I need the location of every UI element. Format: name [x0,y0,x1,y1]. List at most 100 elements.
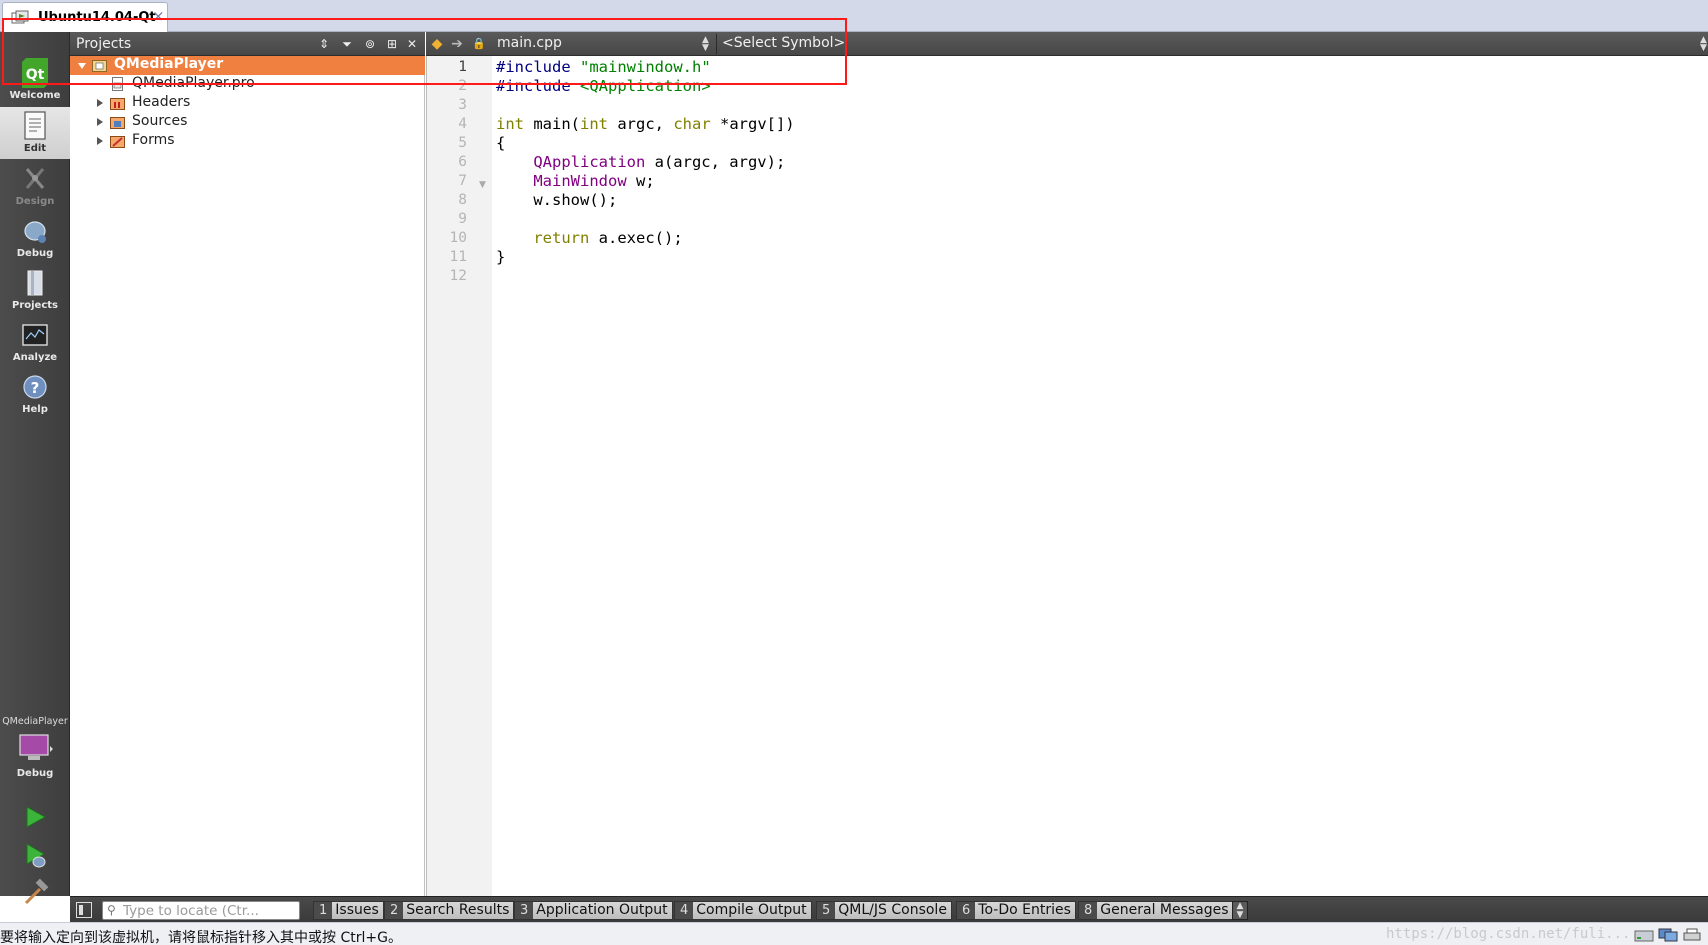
symbol-combo[interactable]: <Select Symbol> [722,35,892,53]
expand-arrow-icon[interactable] [78,63,86,69]
line-number: 2 [458,78,467,94]
vmware-window: Ubuntu14.04-Qt × Qt Welcome Edit Design … [0,0,1708,945]
watermark-text: https://blog.csdn.net/fuli... [1386,926,1631,942]
project-folder-icon [92,60,107,72]
qt-logo-icon: Qt [22,58,48,88]
mode-projects[interactable]: Projects [0,264,70,316]
code-line[interactable]: return a.exec(); [496,229,682,248]
tree-item-label: Sources [132,113,188,129]
projects-view-selector[interactable]: Projects [76,36,131,52]
vm-status-bar: 要将输入定向到该虚拟机，请将鼠标指针移入其中或按 Ctrl+G。 https:/… [0,922,1708,945]
pane-button-search-results[interactable]: 2 Search Results [384,901,515,920]
code-line[interactable]: #include "mainwindow.h" [496,58,711,77]
debug-run-button[interactable] [20,840,50,870]
pane-number: 1 [314,902,333,919]
tree-item-pro-file[interactable]: QMediaPlayer.pro [70,75,425,94]
combo-arrows-icon[interactable]: ⇕ [315,35,333,53]
code-line[interactable]: int main(int argc, char *argv[]) [496,115,795,134]
pane-number: 5 [817,902,836,919]
line-number: 6 [458,154,467,170]
tree-item-sources[interactable]: Sources [70,113,425,132]
code-token: QApplication [533,153,646,171]
line-number: 7 [458,173,467,189]
pane-number: 4 [675,902,694,919]
toolbar-separator [716,34,717,54]
line-number-gutter: 1 2 3 4 5 6 7 8 9 10 11 12 ▼ [426,56,492,896]
more-panes-arrows-icon[interactable]: ▲ ▼ [1232,901,1248,920]
tree-item-headers[interactable]: Headers [70,94,425,113]
sources-folder-icon [110,117,125,129]
debug-play-icon [26,843,46,868]
pane-number: 8 [1079,902,1098,919]
code-line[interactable]: MainWindow w; [496,172,654,191]
mode-design[interactable]: Design [0,160,70,212]
line-number: 4 [458,116,467,132]
tree-item-project[interactable]: QMediaPlayer [70,56,425,75]
mode-welcome[interactable]: Qt Welcome [0,54,70,106]
vm-tab[interactable]: Ubuntu14.04-Qt × [2,2,168,32]
line-number: 11 [449,249,467,265]
pane-button-general-messages[interactable]: 8 General Messages [1078,901,1234,920]
mode-edit[interactable]: Edit [0,107,70,159]
mode-label: Debug [16,248,54,259]
line-number: 9 [458,211,467,227]
kit-project-name: QMediaPlayer [2,716,68,727]
code-line[interactable]: { [496,134,505,153]
editor-toolbar: ◆ ➔ 🔒 main.cpp ▲ ▼ <Select Symbol> ▲ ▼ [426,32,1708,56]
filter-icon[interactable]: ⏷ [338,35,356,53]
mode-debug[interactable]: Debug [0,212,70,264]
mode-help[interactable]: ? Help [0,368,70,420]
tree-item-label: QMediaPlayer.pro [132,75,255,91]
mode-label: Welcome [9,90,61,101]
line-number: 1 [458,59,467,75]
code-editor[interactable]: #include "mainwindow.h" #include <QApplic… [492,56,1708,896]
mode-analyze[interactable]: Analyze [0,316,70,368]
pane-button-todo-entries[interactable]: 6 To-Do Entries [956,901,1076,920]
close-icon[interactable]: ✕ [403,35,421,53]
locator-input[interactable] [123,903,298,919]
expand-arrow-icon[interactable] [97,137,103,145]
lock-icon[interactable]: 🔒 [470,35,488,53]
projects-pane-header: Projects ⇕ ⏷ ⊚ ⊞ ✕ [70,32,425,56]
analyze-icon [22,324,48,346]
back-icon[interactable]: ◆ [428,35,446,53]
network-icon[interactable] [1658,928,1678,942]
fold-marker-icon[interactable]: ▼ [479,180,486,190]
forward-icon[interactable]: ➔ [448,35,466,53]
hard-disk-icon[interactable] [1634,928,1654,942]
locator[interactable]: ⚲ [102,901,300,920]
pane-number: 2 [385,902,404,919]
close-icon[interactable]: × [152,7,165,25]
code-token: argc, [608,115,674,133]
kit-selector[interactable]: Debug [0,732,70,784]
build-button[interactable] [20,878,50,908]
expand-arrow-icon[interactable] [97,99,103,107]
code-line[interactable]: #include <QApplication> [496,77,711,96]
pane-button-issues[interactable]: 1 Issues [313,901,384,920]
printer-icon[interactable] [1682,928,1702,942]
forms-folder-icon [110,136,125,148]
run-button[interactable] [20,802,50,832]
tree-item-forms[interactable]: Forms [70,132,425,151]
split-combo-arrows-icon[interactable]: ▲ ▼ [1700,36,1707,53]
project-tree: QMediaPlayer QMediaPlayer.pro Headers So… [70,56,425,896]
tree-item-label: Forms [132,132,175,148]
pane-button-compile-output[interactable]: 4 Compile Output [674,901,812,920]
code-line[interactable]: w.show(); [496,191,617,210]
mode-label: Design [15,196,55,207]
toggle-sidebar-button[interactable] [76,902,92,918]
pane-button-qml-js-console[interactable]: 5 QML/JS Console [816,901,952,920]
pane-button-application-output[interactable]: 3 Application Output [514,901,673,920]
open-documents-combo[interactable]: main.cpp ▲ ▼ [497,35,714,53]
code-line[interactable]: QApplication a(argc, argv); [496,153,785,172]
symbol-label: <Select Symbol> [722,35,846,51]
pane-label: Compile Output [696,902,807,918]
line-number: 5 [458,135,467,151]
expand-arrow-icon[interactable] [97,118,103,126]
link-with-editor-icon[interactable]: ⊚ [361,35,379,53]
line-number: 8 [458,192,467,208]
code-line[interactable]: } [496,248,505,267]
projects-icon [27,270,43,296]
split-icon[interactable]: ⊞ [383,35,401,53]
